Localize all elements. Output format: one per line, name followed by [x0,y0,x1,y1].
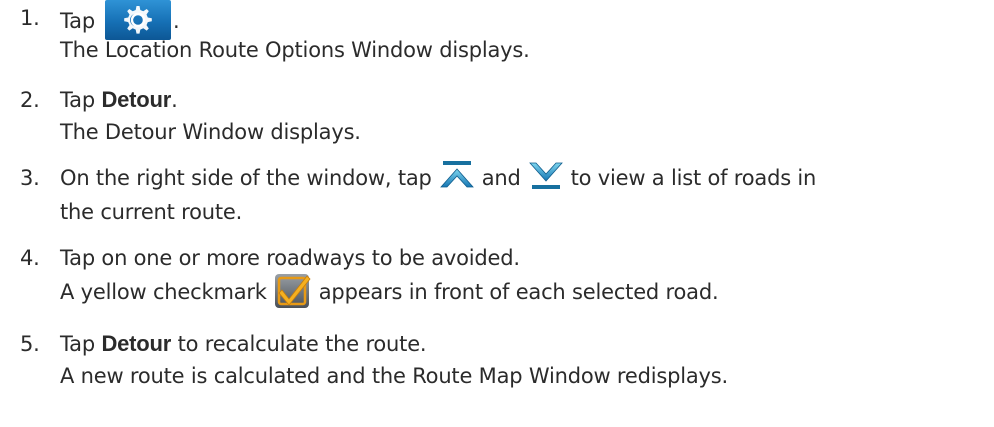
detour-label: Detour [101,87,172,112]
step-text: On the right side of the window, tap and [60,160,816,198]
step-number: 1. [20,6,40,30]
step-1-post: . [172,9,180,33]
step-3-line: 3. On the right side of the window, tap … [20,160,980,196]
step-result-text: A new route is calculated and the Route … [60,364,728,388]
step-5: 5. Tap Detour to recalculate the route. … [20,328,980,392]
instruction-page: 1. Tap . The Location Route Options Wind… [0,0,994,427]
step-number: 5. [20,332,40,356]
step-2: 2. Tap Detour. The Detour Window display… [20,84,980,148]
step-text: Tap Detour. [60,84,178,116]
step-result-text: The Location Route Options Window displa… [60,38,530,62]
step-1-line: 1. Tap . [20,0,980,40]
step-3-mid: and [481,166,521,190]
step-text: Tap Detour to recalculate the route. [60,328,427,360]
step-3-cont: the current route. [20,196,980,228]
step-4-result-pre: A yellow checkmark [60,280,267,304]
step-3-post: to view a list of roads in [570,166,817,190]
step-2-line: 2. Tap Detour. [20,84,980,116]
step-2-post: . [171,88,178,112]
step-2-result: The Detour Window displays. [20,116,980,148]
step-4-result: A yellow checkmark appears in front of e… [20,274,980,310]
step-1: 1. Tap . The Location Route Options Wind… [20,0,980,66]
step-5-line: 5. Tap Detour to recalculate the route. [20,328,980,360]
step-3: 3. On the right side of the window, tap … [20,160,980,228]
step-number: 3. [20,166,40,190]
step-2-pre: Tap [60,88,102,112]
step-4-line: 4. Tap on one or more roadways to be avo… [20,242,980,274]
step-5-pre: Tap [60,332,102,356]
step-1-pre: Tap [60,9,95,33]
step-result-text: The Detour Window displays. [60,120,361,144]
step-continuation-text: the current route. [60,200,243,224]
chevron-down-icon [527,157,565,195]
step-4-result-post: appears in front of each selected road. [318,280,719,304]
step-5-result: A new route is calculated and the Route … [20,360,980,392]
checkmark-icon [273,272,313,310]
step-1-result: The Location Route Options Window displa… [20,34,980,66]
detour-label: Detour [101,331,172,356]
step-3-pre: On the right side of the window, tap [60,166,432,190]
step-4: 4. Tap on one or more roadways to be avo… [20,242,980,310]
step-number: 2. [20,88,40,112]
step-text: Tap on one or more roadways to be avoide… [60,246,520,270]
step-number: 4. [20,246,40,270]
step-result-text: A yellow checkmark appears in front of e… [60,272,719,312]
chevron-up-icon [438,157,476,195]
step-5-post: to recalculate the route. [171,332,427,356]
